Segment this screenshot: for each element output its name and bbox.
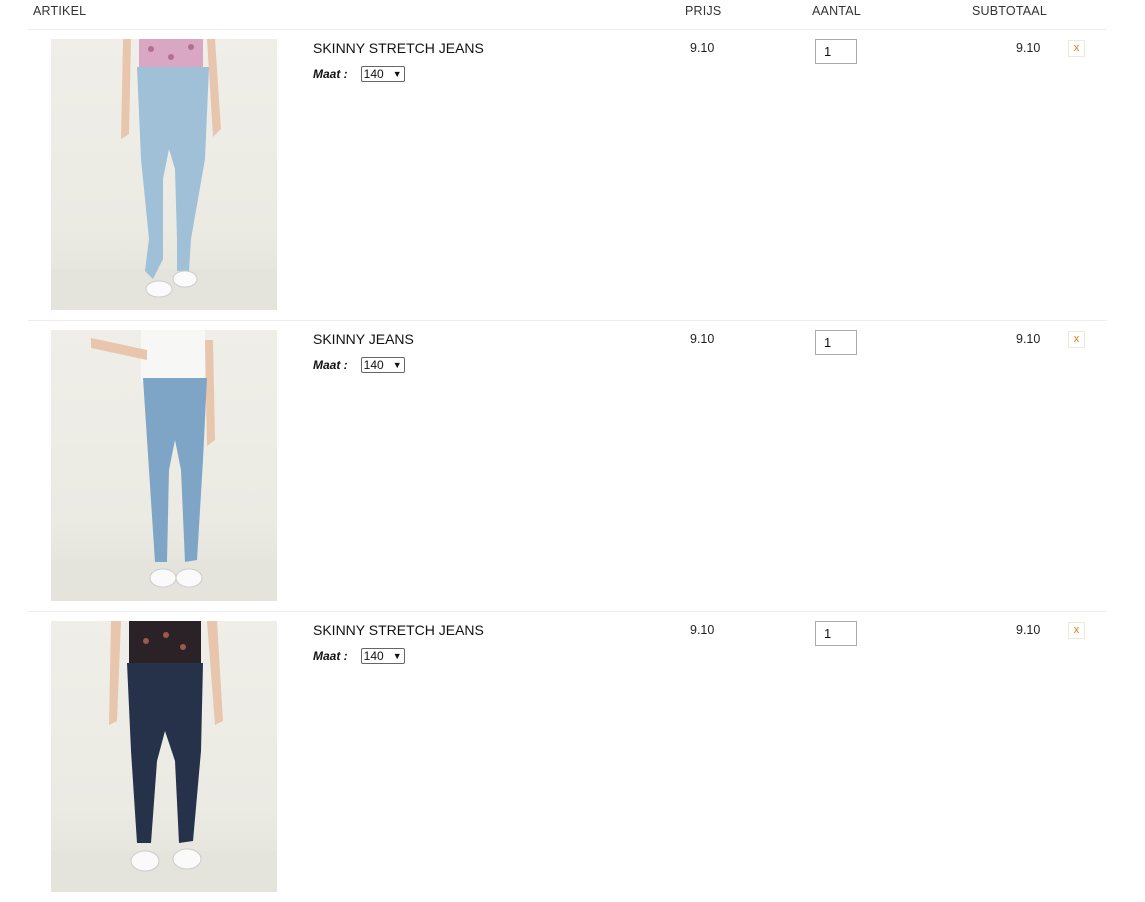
shopping-cart: ARTIKEL PRIJS AANTAL SUBTOTAAL SKINNY ST… xyxy=(28,0,1107,902)
header-artikel: ARTIKEL xyxy=(33,4,87,18)
product-name[interactable]: SKINNY JEANS xyxy=(313,331,414,347)
product-name[interactable]: SKINNY STRETCH JEANS xyxy=(313,622,484,638)
size-selector: Maat : 140 ▼ xyxy=(313,648,405,664)
quantity-input[interactable] xyxy=(815,330,857,355)
size-value: 140 xyxy=(363,67,384,81)
item-subtotal: 9.10 xyxy=(1016,41,1041,55)
product-image[interactable] xyxy=(51,39,277,310)
product-image[interactable] xyxy=(51,621,277,892)
chevron-down-icon: ▼ xyxy=(392,651,402,661)
remove-item-button[interactable]: x xyxy=(1068,331,1085,348)
size-value: 140 xyxy=(363,358,384,372)
chevron-down-icon: ▼ xyxy=(392,360,402,370)
remove-item-button[interactable]: x xyxy=(1068,40,1085,57)
item-subtotal: 9.10 xyxy=(1016,332,1041,346)
product-photo-light-jeans xyxy=(51,39,277,310)
chevron-down-icon: ▼ xyxy=(392,69,402,79)
size-label: Maat : xyxy=(313,358,348,372)
product-name[interactable]: SKINNY STRETCH JEANS xyxy=(313,40,484,56)
header-subtotaal: SUBTOTAAL xyxy=(972,4,1047,18)
product-image[interactable] xyxy=(51,330,277,601)
remove-item-button[interactable]: x xyxy=(1068,622,1085,639)
size-label: Maat : xyxy=(313,649,348,663)
quantity-input[interactable] xyxy=(815,39,857,64)
size-dropdown[interactable]: 140 ▼ xyxy=(360,66,405,82)
size-value: 140 xyxy=(363,649,384,663)
size-selector: Maat : 140 ▼ xyxy=(313,357,405,373)
quantity-input[interactable] xyxy=(815,621,857,646)
size-dropdown[interactable]: 140 ▼ xyxy=(360,357,405,373)
product-photo-mid-jeans xyxy=(51,330,277,601)
cart-item-row: SKINNY STRETCH JEANS Maat : 140 ▼ 9.10 9… xyxy=(28,612,1107,902)
item-price: 9.10 xyxy=(690,41,715,55)
product-photo-dark-jeans xyxy=(51,621,277,892)
item-price: 9.10 xyxy=(690,623,715,637)
item-price: 9.10 xyxy=(690,332,715,346)
cart-item-row: SKINNY STRETCH JEANS Maat : 140 ▼ 9.10 9… xyxy=(28,30,1107,321)
size-selector: Maat : 140 ▼ xyxy=(313,66,405,82)
cart-item-row: SKINNY JEANS Maat : 140 ▼ 9.10 9.10 x xyxy=(28,321,1107,612)
header-aantal: AANTAL xyxy=(812,4,861,18)
header-prijs: PRIJS xyxy=(685,4,722,18)
item-subtotal: 9.10 xyxy=(1016,623,1041,637)
size-label: Maat : xyxy=(313,67,348,81)
cart-header: ARTIKEL PRIJS AANTAL SUBTOTAAL xyxy=(28,0,1107,30)
size-dropdown[interactable]: 140 ▼ xyxy=(360,648,405,664)
